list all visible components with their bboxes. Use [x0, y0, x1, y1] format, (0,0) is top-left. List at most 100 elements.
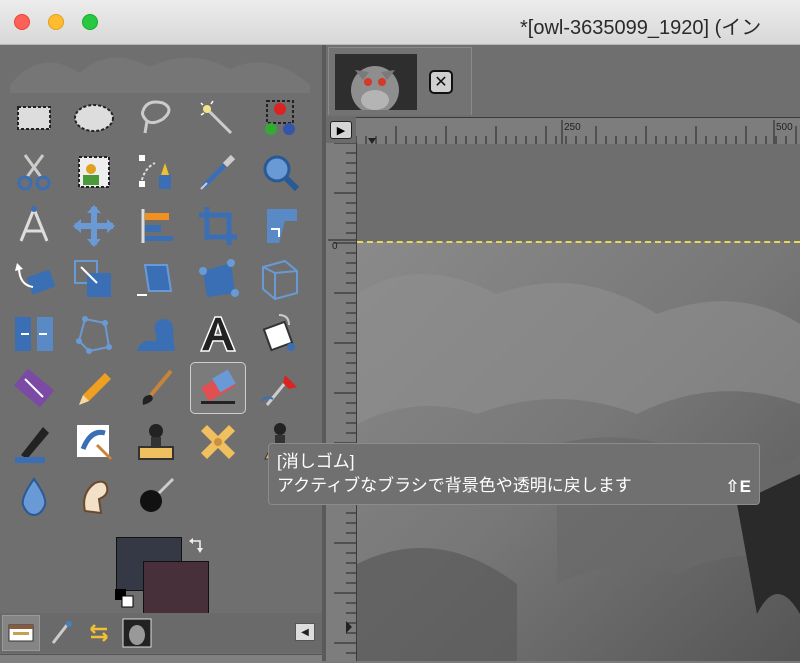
- image-tab-bar: ✕: [326, 45, 800, 117]
- scissors-select-tool-button[interactable]: [6, 146, 62, 198]
- zoom-window-button[interactable]: [82, 14, 98, 30]
- mypaint-brush-icon: [77, 425, 113, 461]
- move-icon: [73, 205, 115, 247]
- ellipse-select-tool-button[interactable]: [66, 92, 122, 144]
- warp-transform-icon: [137, 319, 175, 351]
- image-window: ▶ 250 500 0: [326, 117, 800, 661]
- gradient-icon: [13, 368, 55, 408]
- tooltip-description: アクティブなブラシで背景色や透明に戻します: [277, 476, 632, 495]
- vertical-ruler[interactable]: 0: [326, 143, 357, 661]
- paintbrush-icon: [142, 369, 173, 405]
- measure-tool-button[interactable]: [6, 200, 62, 252]
- paths-icon: [139, 155, 171, 189]
- pencil-tool-button[interactable]: [66, 362, 122, 414]
- align-tool-button[interactable]: [128, 200, 184, 252]
- zoom-tool-button[interactable]: [252, 146, 308, 198]
- dodge-burn-tool-button[interactable]: [128, 470, 184, 522]
- zoom-icon: [263, 155, 300, 192]
- cage-transform-tool-button[interactable]: [66, 308, 122, 360]
- color-picker-tool-button[interactable]: [190, 146, 246, 198]
- gradient-tool-button[interactable]: [6, 362, 62, 414]
- eraser-tool-button[interactable]: [190, 362, 246, 414]
- text-icon: [199, 316, 237, 352]
- layer-boundary: [357, 241, 800, 243]
- owl-thumbnail: [335, 54, 417, 110]
- crop-icon: [199, 207, 237, 245]
- quick-mask-menu-button[interactable]: ▶: [330, 121, 352, 139]
- color-picker-icon: [200, 154, 236, 190]
- close-image-tab-icon[interactable]: ✕: [429, 70, 453, 94]
- dock-menu-button[interactable]: ◀: [295, 623, 315, 641]
- fuzzy-select-tool-button[interactable]: [190, 92, 246, 144]
- pencil-icon: [79, 373, 111, 405]
- scale-tool-button[interactable]: [66, 254, 122, 306]
- color-select-icon: [265, 100, 295, 135]
- dock-bottom-strip: [0, 654, 322, 663]
- move-tool-button[interactable]: [66, 200, 122, 252]
- ellipse-select-icon: [74, 104, 114, 132]
- foreground-select-tool-button[interactable]: [66, 146, 122, 198]
- unified-transform-tool-button[interactable]: [252, 200, 308, 252]
- close-window-button[interactable]: [14, 14, 30, 30]
- blur-sharpen-tool-button[interactable]: [6, 470, 62, 522]
- wilber-logo-area: [0, 45, 322, 93]
- align-icon: [141, 209, 173, 243]
- paths-tool-button[interactable]: [128, 146, 184, 198]
- images-icon: [122, 618, 152, 648]
- default-colors-icon[interactable]: [114, 588, 136, 610]
- mypaint-brush-tool-button[interactable]: [66, 416, 122, 468]
- image-canvas[interactable]: [357, 144, 800, 661]
- tooltip-shortcut: ⇧E: [725, 477, 751, 496]
- text-tool-button[interactable]: [190, 308, 246, 360]
- tool-options-tab[interactable]: [2, 615, 40, 651]
- perspective-tool-button[interactable]: [252, 254, 308, 306]
- warp-transform-tool-button[interactable]: [128, 308, 184, 360]
- handle-transform-icon: [199, 259, 239, 297]
- airbrush-icon: [260, 375, 297, 406]
- flip-tool-button[interactable]: [6, 308, 62, 360]
- cage-transform-icon: [76, 316, 112, 354]
- unified-transform-icon: [267, 209, 297, 243]
- tool-options-icon: [8, 624, 34, 642]
- blur-sharpen-icon: [21, 477, 47, 517]
- heal-icon: [201, 425, 235, 459]
- paintbrush-tool-button[interactable]: [128, 362, 184, 414]
- images-tab[interactable]: [118, 615, 156, 651]
- perspective-icon: [262, 259, 298, 301]
- clone-tool-button[interactable]: [128, 416, 184, 468]
- dodge-burn-icon: [140, 477, 175, 512]
- undo-history-tab[interactable]: [80, 615, 118, 651]
- bucket-fill-tool-button[interactable]: [252, 308, 308, 360]
- scale-icon: [74, 260, 111, 297]
- smudge-tool-button[interactable]: [66, 470, 122, 522]
- image-tab[interactable]: ✕: [328, 47, 472, 115]
- handle-transform-tool-button[interactable]: [190, 254, 246, 306]
- scissors-select-icon: [17, 154, 51, 191]
- clone-icon: [138, 424, 174, 460]
- rotate-icon: [15, 263, 56, 295]
- ink-tool-button[interactable]: [6, 416, 62, 468]
- foreground-select-icon: [78, 156, 110, 188]
- brushes-tab[interactable]: [42, 615, 80, 651]
- shear-icon: [137, 264, 173, 296]
- horizontal-ruler[interactable]: 250 500: [356, 117, 800, 145]
- minimize-window-button[interactable]: [48, 14, 64, 30]
- background-color-swatch[interactable]: [143, 561, 209, 615]
- airbrush-tool-button[interactable]: [252, 362, 308, 414]
- ink-icon: [15, 427, 49, 463]
- crop-tool-button[interactable]: [190, 200, 246, 252]
- rect-select-tool-button[interactable]: [6, 92, 62, 144]
- heal-tool-button[interactable]: [190, 416, 246, 468]
- bucket-fill-icon: [262, 314, 295, 352]
- smudge-icon: [83, 480, 109, 515]
- free-select-tool-button[interactable]: [128, 92, 184, 144]
- rotate-tool-button[interactable]: [6, 254, 62, 306]
- swap-colors-icon[interactable]: [188, 536, 208, 556]
- ruler-label-500: 500: [776, 122, 793, 133]
- window-title: *[owl-3635099_1920] (イン: [520, 17, 762, 39]
- brushes-icon: [51, 621, 72, 644]
- shear-tool-button[interactable]: [128, 254, 184, 306]
- color-select-tool-button[interactable]: [252, 92, 308, 144]
- free-select-icon: [141, 100, 171, 134]
- fuzzy-select-icon: [200, 100, 233, 135]
